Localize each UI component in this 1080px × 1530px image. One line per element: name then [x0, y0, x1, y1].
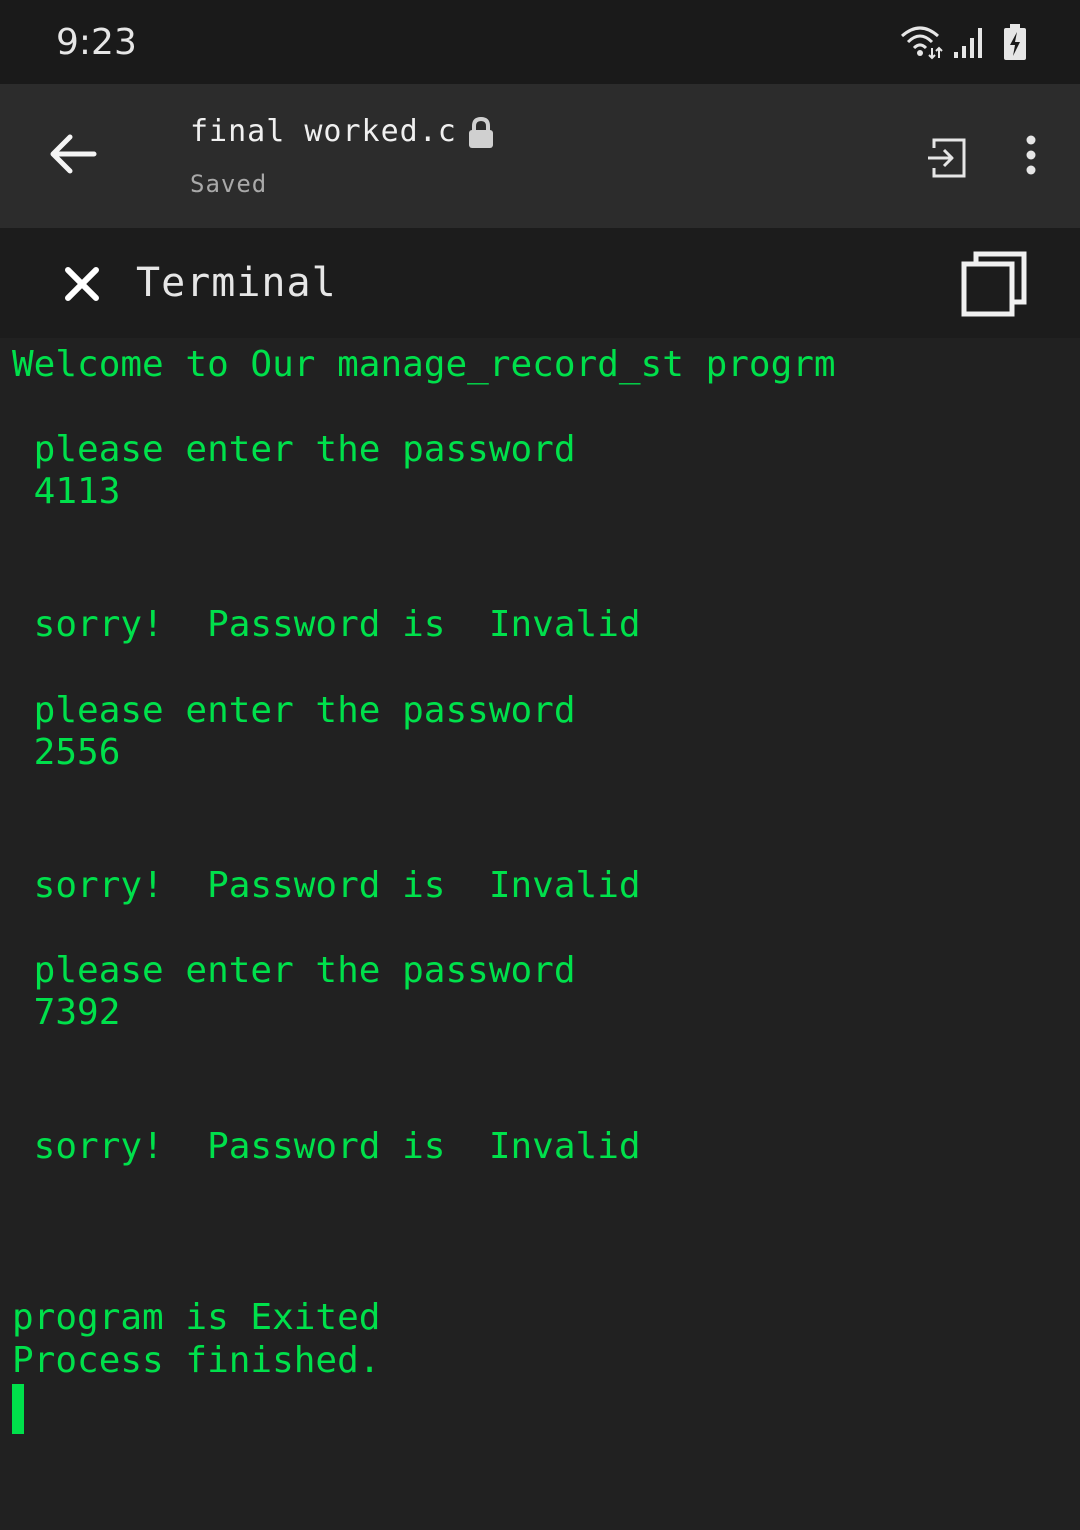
back-button[interactable]: [44, 124, 104, 184]
terminal-line: 4113: [12, 471, 121, 512]
terminal-line: please enter the password: [12, 950, 576, 991]
terminal-output[interactable]: Welcome to Our manage_record_st progrm p…: [0, 338, 1080, 1530]
file-status: Saved: [190, 170, 268, 198]
lock-icon: [469, 116, 493, 148]
status-time: 9:23: [56, 22, 137, 63]
terminal-line: please enter the password: [12, 429, 576, 470]
terminal-line: sorry! Password is Invalid: [12, 604, 641, 645]
status-bar: 9:23: [0, 0, 1080, 84]
more-button[interactable]: [1014, 132, 1048, 180]
panel-title: Terminal: [136, 260, 337, 306]
close-icon: [65, 267, 99, 301]
signal-icon: [954, 28, 982, 58]
terminal-panel-header: Terminal: [0, 228, 1080, 338]
close-terminal-button[interactable]: [62, 264, 102, 304]
copy-icon: [961, 251, 1027, 317]
exit-button[interactable]: [924, 134, 972, 182]
copy-button[interactable]: [960, 250, 1030, 320]
terminal-line: 2556: [12, 732, 121, 773]
terminal-line: program is Exited: [12, 1297, 381, 1338]
terminal-line: sorry! Password is Invalid: [12, 865, 641, 906]
battery-charging-icon: [1004, 24, 1026, 60]
exit-icon: [928, 138, 966, 178]
app-bar: final worked.c Saved: [0, 84, 1080, 228]
terminal-cursor: [12, 1384, 24, 1434]
more-vertical-icon: [1026, 135, 1036, 175]
terminal-line: 7392: [12, 992, 121, 1033]
arrow-left-icon: [50, 134, 97, 174]
file-title: final worked.c: [190, 114, 457, 149]
terminal-line: sorry! Password is Invalid: [12, 1126, 641, 1167]
wifi-icon: [901, 26, 943, 60]
terminal-line: Process finished.: [12, 1340, 381, 1381]
terminal-line: please enter the password: [12, 690, 576, 731]
terminal-line: Welcome to Our manage_record_st progrm: [12, 344, 836, 385]
